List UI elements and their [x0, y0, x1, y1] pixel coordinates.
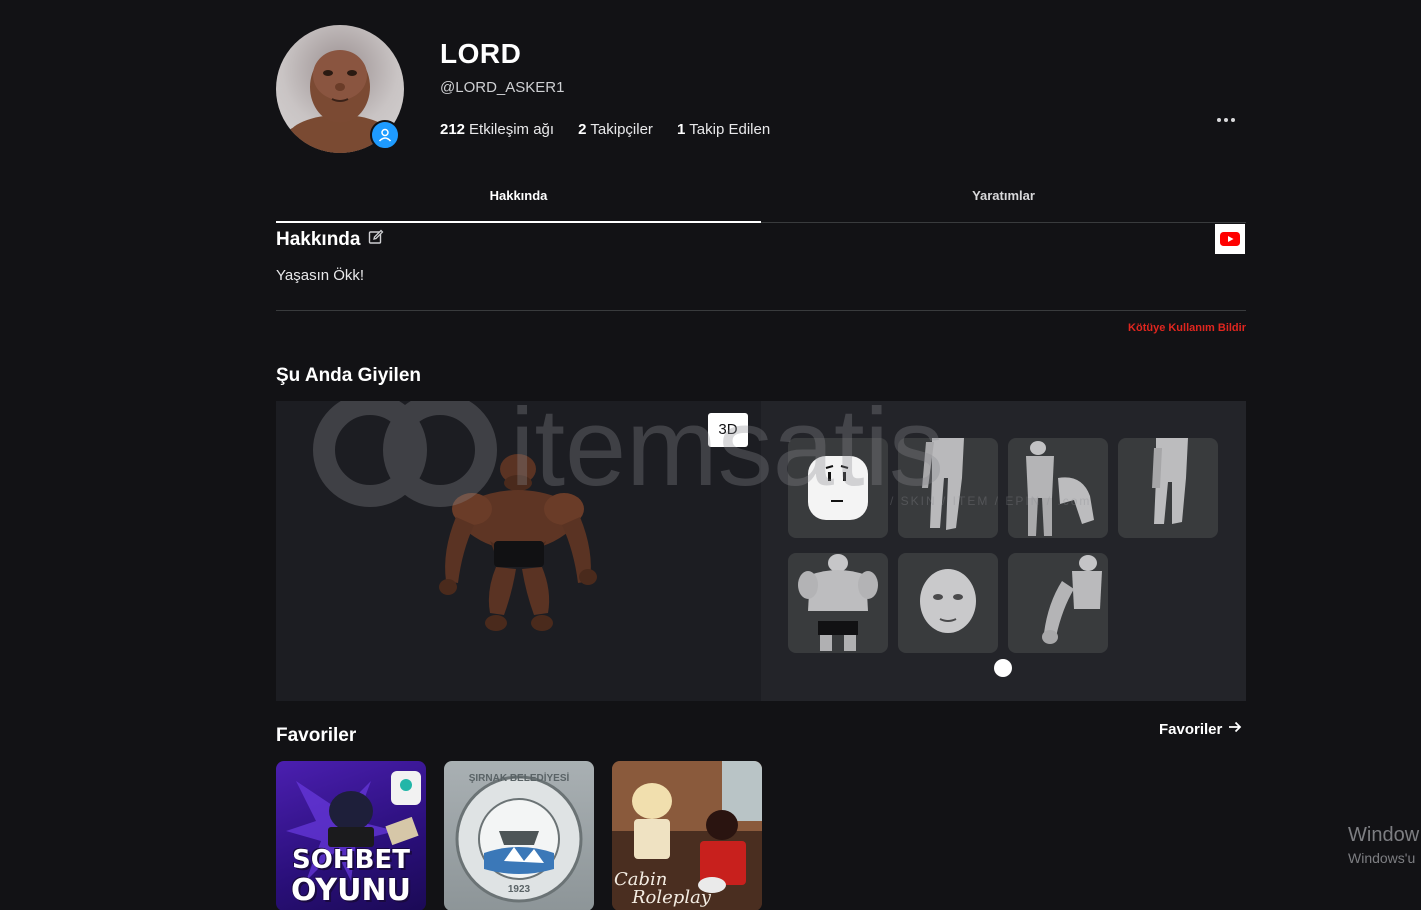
stat-count: 1 — [676, 121, 686, 138]
item-bald-head[interactable] — [898, 553, 998, 653]
stat-label: Takipçiler — [590, 121, 653, 138]
username: @LORD_ASKER1 — [440, 79, 565, 96]
profile-tabs: Hakkında Yaratımlar — [276, 170, 1246, 223]
favorite-game-sirnak-belediyesi[interactable]: ŞIRNAK BELEDİYESİ 1923 — [444, 761, 594, 910]
item-right-leg[interactable] — [1118, 438, 1218, 538]
profile-page: LORD @LORD_ASKER1 212 Etkileşim ağı 2 Taki… — [0, 0, 1421, 910]
currently-wearing-panel: 3D itemsatis / SKIN / ITEM / EPIN / .com — [276, 401, 1246, 701]
about-description: Yaşasın Ökk! — [276, 267, 365, 284]
favorites-title: Favoriler — [276, 725, 357, 746]
item-left-arm[interactable] — [1008, 553, 1108, 653]
about-title: Hakkında — [276, 229, 361, 250]
arrow-right-icon — [1228, 720, 1242, 738]
tab-creations[interactable]: Yaratımlar — [761, 170, 1246, 222]
windows-activation-watermark: Window — [1348, 824, 1420, 846]
item-muscle-torso[interactable] — [788, 553, 888, 653]
avatar-figure — [439, 454, 597, 631]
profile-avatar[interactable] — [276, 25, 404, 153]
game-title-line: Roleplay — [632, 887, 711, 908]
stat-following[interactable]: 1 Takip Edilen — [677, 121, 770, 138]
seal-text: ŞIRNAK BELEDİYESİ — [468, 773, 570, 784]
game-title-line: SOHBET — [292, 845, 410, 875]
item-legs[interactable] — [898, 438, 998, 538]
youtube-icon[interactable] — [1215, 224, 1245, 254]
seal-year: 1923 — [507, 884, 531, 895]
windows-activation-watermark-sub: Windows'u — [1348, 850, 1416, 866]
favorite-game-sohbet-oyunu[interactable]: SOHBET OYUNU — [276, 761, 426, 910]
report-abuse-link[interactable]: Kötüye Kullanım Bildir — [1128, 322, 1246, 334]
display-name: LORD — [440, 38, 522, 69]
stat-count: 2 — [578, 121, 587, 138]
favorites-see-all-link[interactable]: Favoriler — [1159, 720, 1242, 738]
about-heading: Hakkında — [276, 229, 384, 251]
divider — [276, 310, 1246, 311]
stat-followers[interactable]: 2 Takipçiler — [578, 121, 653, 138]
carousel-page-dot[interactable] — [994, 659, 1012, 677]
profile-stats: 212 Etkileşim ağı 2 Takipçiler 1 Takip Edil… — [440, 121, 770, 138]
stat-count: 212 — [440, 121, 466, 138]
toggle-3d-button[interactable]: 3D — [708, 413, 748, 447]
more-horizontal-icon[interactable] — [1212, 110, 1240, 130]
stat-label: Takip Edilen — [689, 121, 771, 138]
favorite-game-cabin-roleplay[interactable]: Cabin Roleplay — [612, 761, 762, 910]
tab-about[interactable]: Hakkında — [276, 170, 761, 223]
edit-icon[interactable] — [368, 229, 384, 251]
online-user-icon — [370, 120, 400, 150]
item-classic-face[interactable] — [788, 438, 888, 538]
avatar-3d-viewer[interactable]: 3D — [276, 401, 761, 701]
item-torso-package[interactable] — [1008, 438, 1108, 538]
stat-connections[interactable]: 212 Etkileşim ağı — [440, 121, 554, 138]
favorites-link-label: Favoriler — [1159, 720, 1223, 738]
stat-label: Etkileşim ağı — [469, 121, 555, 138]
currently-wearing-title: Şu Anda Giyilen — [276, 365, 421, 386]
game-title-line: OYUNU — [291, 873, 411, 908]
